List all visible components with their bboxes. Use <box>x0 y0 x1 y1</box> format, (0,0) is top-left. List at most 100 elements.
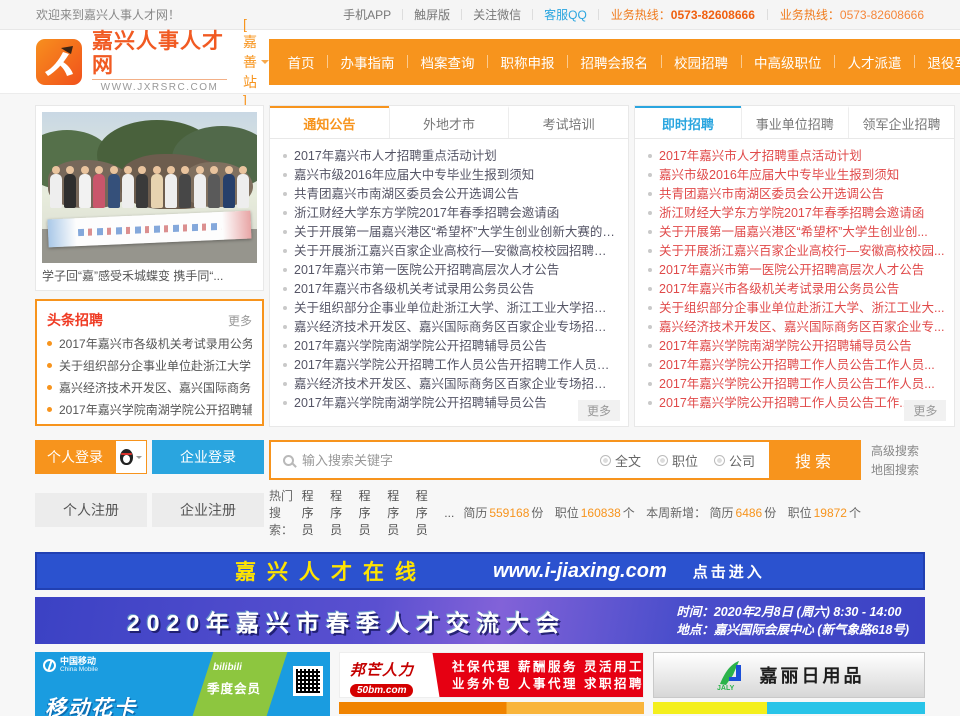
list-item[interactable]: 2017年嘉兴学院南湖学院公开招聘辅导员公告 <box>283 337 618 356</box>
search-input[interactable] <box>302 453 600 468</box>
nav-home[interactable]: 首页 <box>275 52 327 72</box>
banmang-hr-ad[interactable]: 邦芒人力 50bm.com 社保代理 薪酬服务 灵活用工 业务外包 人事代理 求… <box>339 652 644 698</box>
hot-term[interactable]: 程序员 <box>359 487 379 538</box>
list-item[interactable]: 2017年嘉兴学院南湖学院公开招聘辅导员公告 <box>648 337 944 356</box>
list-item[interactable]: 2017年嘉兴市第一医院公开招聘高层次人才公告 <box>648 261 944 280</box>
company-register-button[interactable]: 企业注册 <box>152 493 264 527</box>
campus-photo[interactable] <box>42 112 257 263</box>
hot-term[interactable]: 程序员 <box>330 487 350 538</box>
jaly-ad[interactable]: JALY 嘉丽日用品 <box>653 652 925 698</box>
radio-icon <box>657 455 668 466</box>
topbar-link-touch-version[interactable]: 触屏版 <box>403 6 461 23</box>
list-item[interactable]: 关于组织部分企事业单位赴浙江大学、浙江工业大... <box>648 299 944 318</box>
search-button[interactable]: 搜索 <box>769 440 861 480</box>
list-item[interactable]: 2017年嘉兴市人才招聘重点活动计划 <box>648 147 944 166</box>
site-ident: 嘉兴人事人才网 WWW.JXRSRC.COM <box>92 30 227 93</box>
tab-instant-jobs[interactable]: 即时招聘 <box>635 106 741 138</box>
list-item[interactable]: 关于组织部分企事业单位赴浙江大学... <box>47 355 252 377</box>
list-item[interactable]: 嘉兴经济技术开发区、嘉兴国际商务区百家企业专... <box>648 318 944 337</box>
job-fair-banner[interactable]: 2020年嘉兴市春季人才交流大会 时间：2020年2月8日 (周六) 8:30 … <box>35 597 925 644</box>
jaly-name: 嘉丽日用品 <box>760 662 865 688</box>
ad-next-row-sliver <box>339 702 644 714</box>
photo-people-row <box>50 174 249 208</box>
site-header: 嘉兴人事人才网 WWW.JXRSRC.COM [ 嘉善站 ] 首页 办事指南 档… <box>0 30 960 94</box>
chevron-down-icon <box>261 60 269 68</box>
banmang-brand: 邦芒人力 50bm.com <box>350 659 414 698</box>
left-column: 学子回“嘉”感受禾城蝶变 携手同“... 头条招聘 更多 2017年嘉兴市各级机… <box>35 105 264 427</box>
tab-exam-training[interactable]: 考试培训 <box>508 106 628 138</box>
nav-campus[interactable]: 校园招聘 <box>662 52 741 72</box>
personal-register-button[interactable]: 个人注册 <box>35 493 147 527</box>
list-item[interactable]: 共青团嘉兴市南湖区委员会公开选调公告 <box>648 185 944 204</box>
china-mobile-ad[interactable]: 中国移动China Mobile 移动花卡 bilibili 季度会员 <box>35 652 330 716</box>
site-url: WWW.JXRSRC.COM <box>92 79 227 93</box>
list-item[interactable]: 2017年嘉兴市各级机关考试录用公务... <box>47 333 252 355</box>
qq-penguin-icon <box>120 449 133 465</box>
notices-tabs: 通知公告 外地才市 考试培训 <box>270 106 628 139</box>
advanced-search-link[interactable]: 高级搜索 <box>871 442 925 461</box>
company-login-button[interactable]: 企业登录 <box>152 440 264 474</box>
station-selector[interactable]: [ 嘉善站 ] <box>243 16 269 108</box>
list-item[interactable]: 关于组织部分企事业单位赴浙江大学、浙江工业大学招聘人才的... <box>283 299 618 318</box>
topbar-link-mobile-app[interactable]: 手机APP <box>332 6 402 23</box>
hot-term[interactable]: ... <box>444 506 454 520</box>
welcome-text: 欢迎来到嘉兴人事人才网！ <box>36 6 180 23</box>
list-item[interactable]: 2017年嘉兴市第一医院公开招聘高层次人才公告 <box>283 261 618 280</box>
chevron-down-icon <box>136 456 142 462</box>
nav-dispatch[interactable]: 人才派遣 <box>835 52 914 72</box>
jobs-panel: 即时招聘 事业单位招聘 领军企业招聘 2017年嘉兴市人才招聘重点活动计划 嘉兴… <box>634 105 955 427</box>
nav-guide[interactable]: 办事指南 <box>328 52 407 72</box>
list-item[interactable]: 嘉兴经济技术开发区、嘉兴国际商务区百家企业专场招聘会公告 <box>283 318 618 337</box>
nav-archive-query[interactable]: 档案查询 <box>408 52 487 72</box>
map-search-link[interactable]: 地图搜索 <box>871 461 925 480</box>
scope-fulltext[interactable]: 全文 <box>600 451 641 470</box>
list-item[interactable]: 关于开展浙江嘉兴百家企业高校行—安徽高校校园... <box>648 242 944 261</box>
scope-position[interactable]: 职位 <box>657 451 698 470</box>
nav-veterans[interactable]: 退役军人招聘 <box>915 52 960 72</box>
headline-more-link[interactable]: 更多 <box>228 312 252 329</box>
jobs-more-link[interactable]: 更多 <box>904 400 946 421</box>
list-item[interactable]: 浙江财经大学东方学院2017年春季招聘会邀请函 <box>648 204 944 223</box>
list-item[interactable]: 嘉兴经济技术开发区、嘉兴国际商务... <box>47 377 252 399</box>
qr-code <box>293 666 323 696</box>
list-item[interactable]: 2017年嘉兴学院南湖学院公开招聘辅... <box>47 399 252 421</box>
qq-login-button[interactable] <box>115 440 147 474</box>
list-item[interactable]: 2017年嘉兴学院南湖学院公开招聘辅导员公告 <box>283 394 618 413</box>
list-item[interactable]: 嘉兴市级2016年应届大中专毕业生报到须知 <box>648 166 944 185</box>
list-item[interactable]: 嘉兴市级2016年应届大中专毕业生报到须知 <box>283 166 618 185</box>
nav-fair-signup[interactable]: 招聘会报名 <box>568 52 661 72</box>
list-item[interactable]: 2017年嘉兴学院公开招聘工作人员公告工作人员... <box>648 375 944 394</box>
site-logo[interactable] <box>36 39 82 85</box>
list-item[interactable]: 关于开展第一届嘉兴港区“希望杯”大学生创业创... <box>648 223 944 242</box>
nav-title-declare[interactable]: 职称申报 <box>488 52 567 72</box>
list-item[interactable]: 2017年嘉兴学院公开招聘工作人员公告开招聘工作人员公告开... <box>283 356 618 375</box>
list-item[interactable]: 2017年嘉兴市各级机关考试录用公务员公告 <box>283 280 618 299</box>
list-item[interactable]: 关于开展第一届嘉兴港区“希望杯”大学生创业创新大赛的通知 <box>283 223 618 242</box>
list-item[interactable]: 2017年嘉兴市各级机关考试录用公务员公告 <box>648 280 944 299</box>
photo-caption[interactable]: 学子回“嘉”感受禾城蝶变 携手同“... <box>42 263 257 289</box>
list-item[interactable]: 2017年嘉兴市人才招聘重点活动计划 <box>283 147 618 166</box>
list-item[interactable]: 2017年嘉兴学院公开招聘工作人员公告工作人员... <box>648 356 944 375</box>
personal-login-button[interactable]: 个人登录 <box>35 440 115 474</box>
hot-term[interactable]: 程序员 <box>416 487 436 538</box>
tab-leading-enterprise-jobs[interactable]: 领军企业招聘 <box>848 106 955 138</box>
talent-online-banner[interactable]: 嘉兴人才在线 www.i-jiaxing.com 点击进入 <box>35 552 925 590</box>
list-item[interactable]: 2017年嘉兴学院公开招聘工作人员公告工作... <box>648 394 944 413</box>
nav-senior-jobs[interactable]: 中高级职位 <box>742 52 835 72</box>
tab-other-markets[interactable]: 外地才市 <box>389 106 509 138</box>
tab-notices[interactable]: 通知公告 <box>270 106 389 138</box>
tab-public-institution-jobs[interactable]: 事业单位招聘 <box>741 106 848 138</box>
logo-figure-icon <box>39 42 79 82</box>
hot-term[interactable]: 程序员 <box>387 487 407 538</box>
list-item[interactable]: 嘉兴经济技术开发区、嘉兴国际商务区百家企业专场招聘会公告 <box>283 375 618 394</box>
hot-term[interactable]: 程序员 <box>302 487 322 538</box>
list-item[interactable]: 共青团嘉兴市南湖区委员会公开选调公告 <box>283 185 618 204</box>
topbar-link-service-qq[interactable]: 客服QQ <box>533 6 598 23</box>
scope-company[interactable]: 公司 <box>714 451 755 470</box>
notices-more-link[interactable]: 更多 <box>578 400 620 421</box>
list-item[interactable]: 浙江财经大学东方学院2017年春季招聘会邀请函 <box>283 204 618 223</box>
banner-url: www.i-jiaxing.com <box>493 560 667 583</box>
topbar-link-wechat[interactable]: 关注微信 <box>462 6 532 23</box>
list-item[interactable]: 关于开展浙江嘉兴百家企业高校行—安徽高校校园招聘活动的通... <box>283 242 618 261</box>
fair-title: 2020年嘉兴市春季人才交流大会 <box>127 604 566 638</box>
